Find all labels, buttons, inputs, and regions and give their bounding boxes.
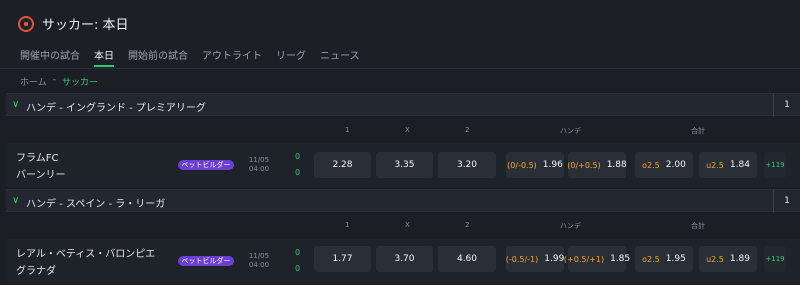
tab-news[interactable]: ニュース — [320, 47, 360, 67]
league-header-laliga[interactable]: ∨ ハンデ - スペイン - ラ・リーガ 1 — [6, 189, 800, 213]
tab-league[interactable]: リーグ — [276, 47, 306, 67]
column-headers: 1 X 2 ハンデ 合計 — [0, 221, 800, 233]
odds-value: 1.96 — [542, 160, 563, 170]
column-headers: 1 X 2 ハンデ 合計 — [0, 126, 800, 138]
odds-x[interactable]: 3.70 — [376, 246, 433, 272]
breadcrumb-current[interactable]: サッカー — [62, 75, 98, 88]
page-title: サッカー: 本日 — [42, 18, 129, 33]
col-2: 2 — [465, 221, 470, 229]
home-score: 0 — [295, 248, 301, 257]
handicap-label: (0/+0.5) — [567, 160, 601, 170]
away-team[interactable]: グラナダ — [16, 262, 56, 277]
title-row: サッカー: 本日 — [18, 14, 129, 33]
soccer-ball-icon — [18, 15, 34, 32]
league-name: ハンデ - スペイン - ラ・リーガ — [26, 199, 166, 210]
match-row[interactable]: レアル・ベティス・バロンピエ グラナダ ベットビルダー 11/05 04:00 … — [6, 239, 800, 283]
tab-bar: 開催中の試合 本日 開始前の試合 アウトライト リーグ ニュース — [20, 47, 374, 67]
odds-value: 3.20 — [456, 160, 478, 170]
total-over[interactable]: o2.5 2.00 — [635, 152, 693, 178]
col-x: X — [405, 221, 410, 229]
col-total: 合計 — [691, 127, 705, 135]
col-x: X — [405, 126, 410, 134]
more-markets-button[interactable]: +119 — [764, 246, 786, 272]
match-date: 11/05 — [248, 156, 270, 164]
col-total: 合計 — [691, 222, 705, 230]
bet-builder-badge[interactable]: ベットビルダー — [178, 256, 234, 266]
breadcrumb: ホーム - サッカー — [20, 75, 98, 88]
bet-builder-badge[interactable]: ベットビルダー — [178, 160, 234, 170]
col-1: 1 — [345, 126, 350, 134]
col-handicap: ハンデ — [560, 222, 581, 230]
total-label: u2.5 — [706, 160, 724, 170]
match-time: 04:00 — [248, 165, 270, 173]
chevron-down-icon[interactable]: ∨ — [12, 195, 19, 206]
tab-live[interactable]: 開催中の試合 — [20, 47, 80, 67]
match-row[interactable]: フラムFC バーンリー ベットビルダー 11/05 04:00 0 0 2.28… — [6, 143, 800, 187]
odds-value: 1.88 — [606, 160, 627, 170]
tab-upcoming[interactable]: 開始前の試合 — [128, 47, 188, 67]
away-team[interactable]: バーンリー — [16, 166, 66, 181]
chevron-down-icon[interactable]: ∨ — [12, 99, 19, 110]
odds-1[interactable]: 2.28 — [314, 152, 371, 178]
odds-value: 2.00 — [665, 160, 686, 170]
odds-value: 1.89 — [729, 254, 750, 264]
total-label: o2.5 — [642, 160, 660, 170]
odds-value: 1.99 — [544, 254, 565, 264]
odds-value: 1.95 — [665, 254, 686, 264]
more-markets-button[interactable]: +119 — [764, 152, 786, 178]
odds-value: 4.60 — [456, 254, 478, 264]
odds-2[interactable]: 4.60 — [438, 246, 496, 272]
col-2: 2 — [465, 126, 470, 134]
handicap-home[interactable]: (-0.5/-1) 1.99 — [506, 246, 564, 272]
total-under[interactable]: u2.5 1.89 — [699, 246, 757, 272]
odds-value: 2.28 — [332, 160, 353, 170]
page-header: サッカー: 本日 開催中の試合 本日 開始前の試合 アウトライト リーグ ニュー… — [0, 0, 800, 69]
total-label: o2.5 — [642, 254, 660, 264]
odds-value: 1.77 — [332, 254, 353, 264]
league-name: ハンデ - イングランド - プレミアリーグ — [26, 103, 206, 114]
odds-value: 3.35 — [394, 160, 415, 170]
away-score: 0 — [295, 264, 301, 273]
away-score: 0 — [295, 168, 301, 177]
match-date: 11/05 — [248, 252, 270, 260]
odds-x[interactable]: 3.35 — [376, 152, 433, 178]
col-handicap: ハンデ — [560, 127, 581, 135]
handicap-away[interactable]: (0/+0.5) 1.88 — [567, 152, 627, 178]
odds-value: 1.85 — [610, 254, 631, 264]
league-header-premier[interactable]: ∨ ハンデ - イングランド - プレミアリーグ 1 — [6, 93, 800, 117]
match-time: 04:00 — [248, 261, 270, 269]
home-team[interactable]: フラムFC — [16, 149, 58, 164]
odds-2[interactable]: 3.20 — [438, 152, 496, 178]
tab-today[interactable]: 本日 — [94, 47, 114, 67]
home-score: 0 — [295, 152, 301, 161]
home-team[interactable]: レアル・ベティス・バロンピエ — [16, 245, 155, 260]
odds-value: 3.70 — [394, 254, 415, 264]
total-under[interactable]: u2.5 1.84 — [699, 152, 757, 178]
odds-value: 1.84 — [729, 160, 750, 170]
league-count: 1 — [773, 94, 800, 117]
handicap-label: (0/-0.5) — [507, 160, 537, 170]
handicap-label: (-0.5/-1) — [505, 254, 539, 264]
total-over[interactable]: o2.5 1.95 — [635, 246, 693, 272]
breadcrumb-separator: - — [52, 75, 56, 85]
col-1: 1 — [345, 221, 350, 229]
handicap-home[interactable]: (0/-0.5) 1.96 — [506, 152, 564, 178]
handicap-label: (+0.5/+1) — [563, 254, 605, 264]
breadcrumb-home[interactable]: ホーム — [20, 75, 47, 88]
league-count: 1 — [773, 190, 800, 213]
handicap-away[interactable]: (+0.5/+1) 1.85 — [564, 246, 630, 272]
odds-1[interactable]: 1.77 — [314, 246, 371, 272]
tab-outright[interactable]: アウトライト — [202, 47, 262, 67]
total-label: u2.5 — [706, 254, 724, 264]
